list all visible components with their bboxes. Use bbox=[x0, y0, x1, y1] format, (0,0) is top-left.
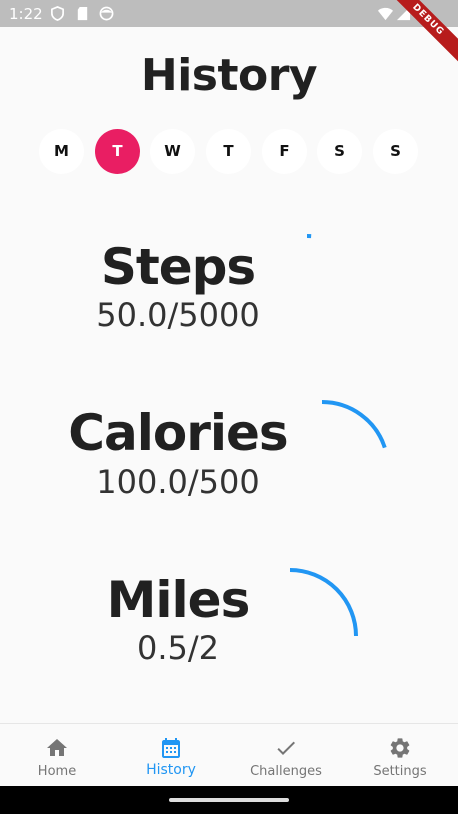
nav-label: Settings bbox=[373, 764, 427, 779]
status-bar: 1:22 DEBUG bbox=[0, 0, 458, 69]
day-tuesday[interactable]: T bbox=[95, 129, 140, 174]
progress-ring bbox=[289, 568, 358, 637]
progress-arc bbox=[321, 400, 387, 449]
system-nav-bar bbox=[0, 786, 458, 814]
page-title: History bbox=[140, 50, 318, 101]
progress-ring bbox=[306, 234, 312, 239]
day-monday[interactable]: M bbox=[39, 129, 84, 174]
calendar-icon bbox=[162, 738, 180, 758]
day-saturday[interactable]: S bbox=[317, 129, 362, 174]
gear-icon bbox=[390, 738, 410, 758]
nav-home[interactable]: Home bbox=[0, 724, 114, 787]
check-icon bbox=[277, 741, 295, 755]
progress-arc bbox=[289, 568, 358, 637]
progress-ring bbox=[321, 400, 387, 449]
day-wednesday[interactable]: W bbox=[150, 129, 195, 174]
nav-label: Home bbox=[37, 764, 77, 779]
nav-history[interactable]: History bbox=[114, 724, 228, 787]
sd-card-icon bbox=[77, 6, 88, 21]
day-thursday[interactable]: T bbox=[206, 129, 251, 174]
nav-challenges[interactable]: Challenges bbox=[229, 724, 343, 787]
nav-label: Challenges bbox=[250, 764, 322, 779]
nav-label: History bbox=[146, 762, 196, 778]
face-icon bbox=[99, 6, 114, 21]
day-selector: M T W T F S S bbox=[0, 129, 458, 175]
home-gesture-pill[interactable] bbox=[169, 798, 289, 802]
home-icon bbox=[47, 739, 67, 756]
shield-icon bbox=[51, 6, 64, 21]
day-sunday[interactable]: S bbox=[373, 129, 418, 174]
day-friday[interactable]: F bbox=[262, 129, 307, 174]
status-time: 1:22 bbox=[9, 5, 43, 23]
nav-settings[interactable]: Settings bbox=[343, 724, 457, 787]
bottom-navigation: Home History Challenges Settings bbox=[0, 723, 458, 787]
wifi-icon bbox=[378, 7, 393, 21]
